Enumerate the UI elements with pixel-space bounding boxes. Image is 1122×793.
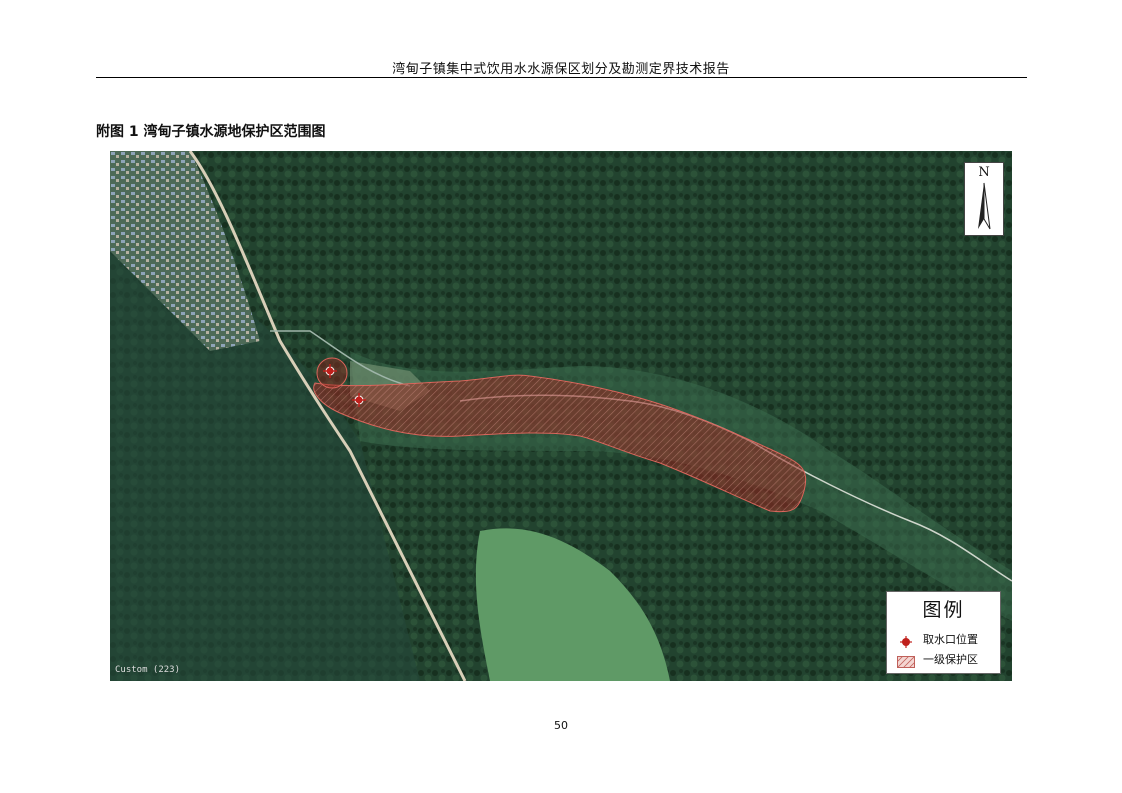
page-header-title: 湾甸子镇集中式饮用水水源保区划分及勘测定界技术报告 xyxy=(392,62,730,77)
hatched-zone-icon xyxy=(896,653,916,669)
intake-point-icon xyxy=(897,633,915,648)
legend-item-zone: 一级保护区 xyxy=(896,652,978,669)
page-number: 50 xyxy=(554,719,568,732)
north-arrow: N xyxy=(964,162,1004,236)
legend-item-label: 取水口位置 xyxy=(923,633,978,646)
north-arrow-icon xyxy=(978,182,991,230)
map-frame: N Custom (223) 图例 取水口位置 一级保护区 xyxy=(110,151,1012,681)
legend-title: 图例 xyxy=(922,599,965,621)
map-legend: 图例 取水口位置 一级保护区 xyxy=(886,591,1001,674)
scale-label: Custom (223) xyxy=(115,665,181,675)
satellite-map xyxy=(110,151,1012,681)
north-label: N xyxy=(978,165,990,180)
legend-item-intake: 取水口位置 xyxy=(897,632,978,648)
figure-caption: 附图 1 湾甸子镇水源地保护区范围图 xyxy=(96,124,326,140)
header-rule xyxy=(96,77,1027,78)
legend-item-label: 一级保护区 xyxy=(923,653,978,666)
